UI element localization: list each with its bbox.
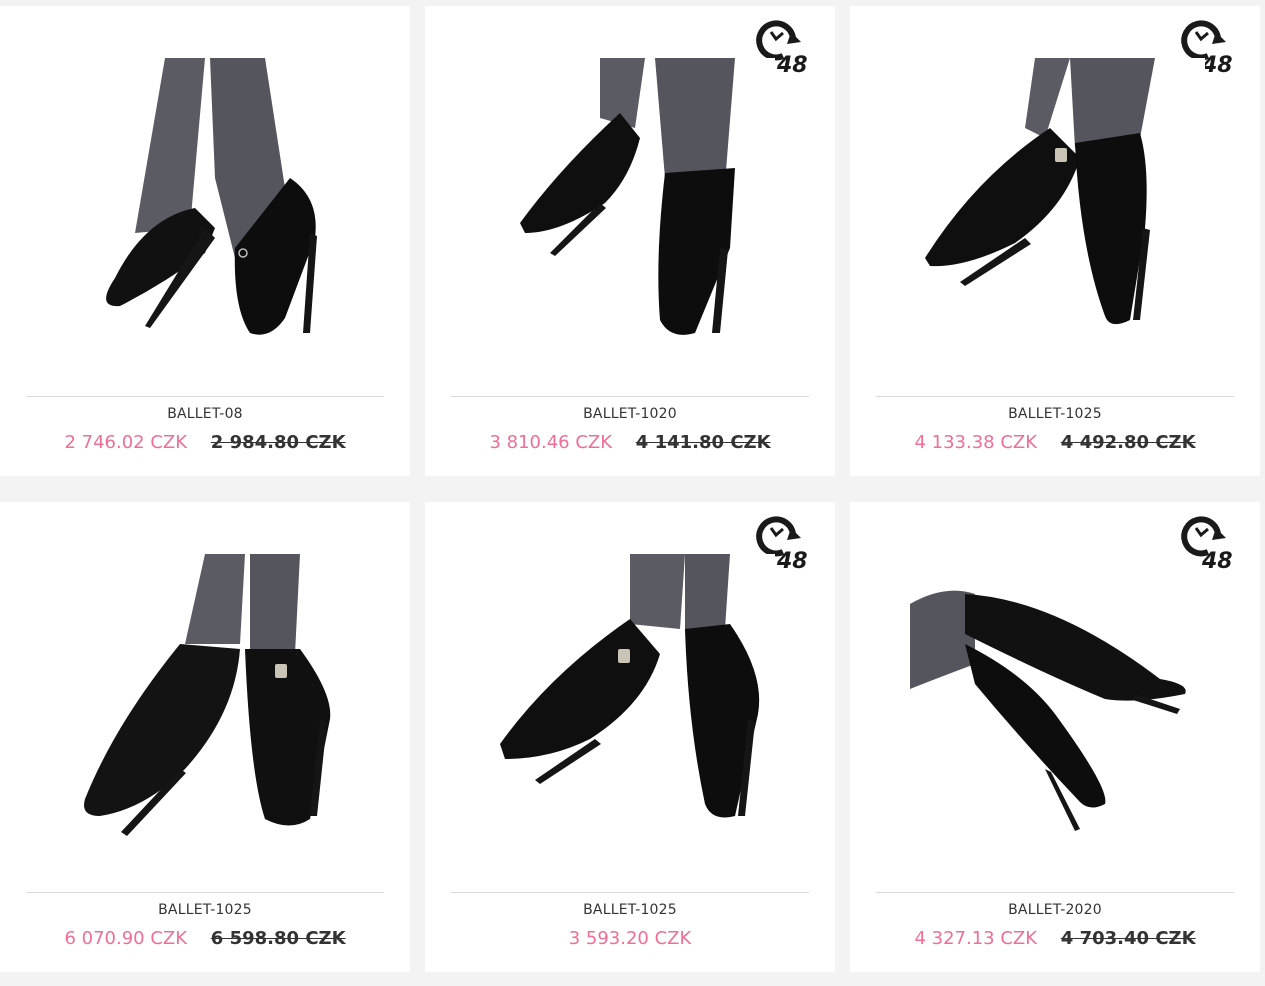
product-image[interactable]: [55, 58, 355, 354]
sale-price: 6 070.90 CZK: [64, 928, 188, 949]
product-grid: BALLET-08 2 746.02 CZK 2 984.80 CZK 48 B…: [0, 0, 1265, 986]
sale-price: 3 810.46 CZK: [489, 432, 613, 453]
price-row: 6 070.90 CZK 6 598.80 CZK: [0, 928, 410, 949]
original-price: 2 984.80 CZK: [210, 432, 346, 453]
price-row: 3 593.20 CZK: [425, 928, 835, 949]
product-name[interactable]: BALLET-08: [0, 406, 410, 422]
badge-text: 48: [1201, 53, 1232, 74]
card-divider: [451, 892, 809, 893]
price-row: 4 327.13 CZK 4 703.40 CZK: [850, 928, 1260, 949]
product-name[interactable]: BALLET-1025: [425, 902, 835, 918]
original-price: 4 492.80 CZK: [1060, 432, 1196, 453]
product-card[interactable]: 48 BALLET-1020 3 810.46 CZK 4 141.80 CZK: [425, 6, 835, 476]
product-card[interactable]: 48 BALLET-2020 4 327.13 CZK 4 703.40 CZK: [850, 502, 1260, 972]
card-divider: [26, 892, 384, 893]
sale-price: 3 593.20 CZK: [568, 928, 692, 949]
product-card[interactable]: 48 BALLET-1025 4 133.38 CZK 4 492.80 CZK: [850, 6, 1260, 476]
sale-price: 2 746.02 CZK: [64, 432, 188, 453]
badge-text: 48: [776, 53, 807, 74]
sale-price: 4 133.38 CZK: [914, 432, 1038, 453]
product-card[interactable]: BALLET-1025 6 070.90 CZK 6 598.80 CZK: [0, 502, 410, 972]
product-image[interactable]: [55, 554, 355, 850]
card-divider: [26, 396, 384, 397]
card-divider: [876, 892, 1234, 893]
original-price: 4 703.40 CZK: [1060, 928, 1196, 949]
product-image[interactable]: [480, 554, 780, 850]
product-name[interactable]: BALLET-2020: [850, 902, 1260, 918]
product-card[interactable]: BALLET-08 2 746.02 CZK 2 984.80 CZK: [0, 6, 410, 476]
card-divider: [876, 396, 1234, 397]
badge-text: 48: [1201, 549, 1232, 570]
product-card[interactable]: 48 BALLET-1025 3 593.20 CZK: [425, 502, 835, 972]
product-image[interactable]: [905, 554, 1205, 850]
product-name[interactable]: BALLET-1025: [850, 406, 1260, 422]
price-row: 2 746.02 CZK 2 984.80 CZK: [0, 432, 410, 453]
price-row: 3 810.46 CZK 4 141.80 CZK: [425, 432, 835, 453]
original-price: 4 141.80 CZK: [635, 432, 771, 453]
sale-price: 4 327.13 CZK: [914, 928, 1038, 949]
product-name[interactable]: BALLET-1025: [0, 902, 410, 918]
product-image[interactable]: [905, 58, 1205, 354]
product-name[interactable]: BALLET-1020: [425, 406, 835, 422]
price-row: 4 133.38 CZK 4 492.80 CZK: [850, 432, 1260, 453]
original-price: 6 598.80 CZK: [210, 928, 346, 949]
product-image[interactable]: [480, 58, 780, 354]
card-divider: [451, 396, 809, 397]
badge-text: 48: [776, 549, 807, 570]
